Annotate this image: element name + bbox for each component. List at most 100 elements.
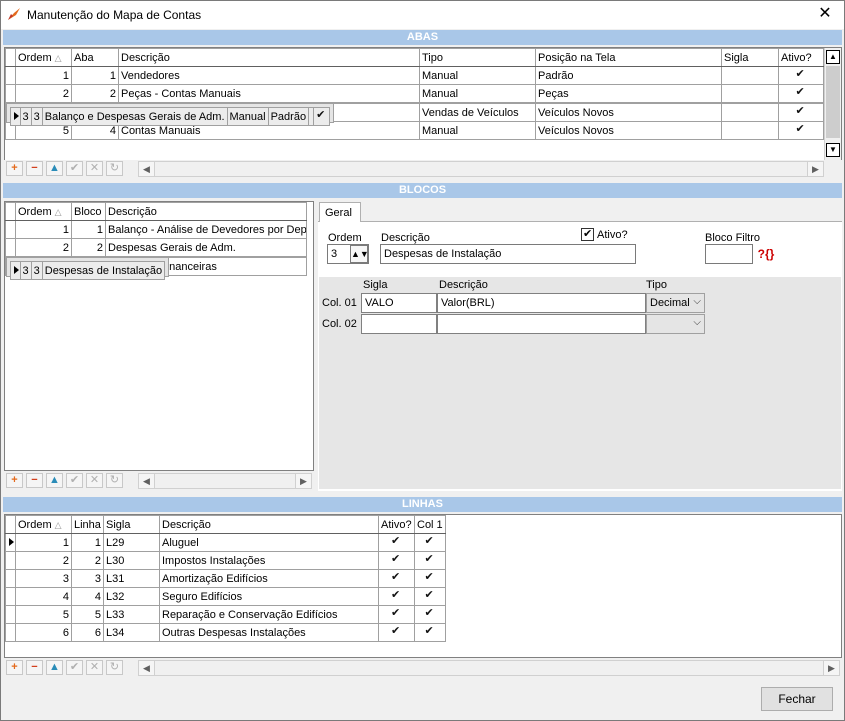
scroll-left-icon[interactable]: ◀ — [139, 661, 155, 675]
col-bloco[interactable]: Bloco — [71, 202, 106, 221]
cell-ativo[interactable] — [378, 551, 415, 570]
filter-lookup-icon[interactable]: ?{} — [756, 245, 776, 263]
col-col1[interactable]: Col 1 — [414, 515, 446, 534]
ativo-checkbox[interactable] — [581, 227, 594, 241]
ordem-spinner-icon[interactable]: ▲▼ — [350, 245, 369, 263]
cell-ativo[interactable] — [778, 66, 824, 85]
scroll-thumb[interactable] — [826, 66, 840, 138]
cell-col1[interactable] — [414, 551, 446, 570]
col-01-descricao-input[interactable]: Valor(BRL) — [437, 293, 646, 313]
table-row[interactable]: 3 3 L31 Amortização Edifícios — [5, 569, 446, 588]
scroll-right-icon[interactable]: ▶ — [807, 162, 823, 176]
col-02-tipo-select[interactable]: ⌵ — [646, 314, 705, 334]
row-indicator[interactable] — [9, 261, 21, 280]
row-indicator[interactable] — [5, 66, 16, 85]
blocos-add-button[interactable]: + — [6, 473, 23, 488]
scroll-down-icon[interactable]: ▼ — [826, 143, 840, 157]
blocos-refresh-button[interactable]: ↻ — [106, 473, 123, 488]
linhas-refresh-button[interactable]: ↻ — [106, 660, 123, 675]
row-indicator[interactable] — [5, 84, 16, 103]
row-indicator[interactable] — [5, 605, 16, 624]
descricao-input[interactable]: Despesas de Instalação — [380, 244, 636, 264]
bloco-filtro-input[interactable] — [705, 244, 753, 264]
close-window-button[interactable]: ✕ — [814, 4, 836, 24]
scroll-up-icon[interactable]: ▲ — [826, 50, 840, 64]
row-indicator[interactable] — [5, 569, 16, 588]
col-aba[interactable]: Aba — [71, 48, 119, 67]
row-indicator[interactable] — [5, 533, 16, 552]
fechar-button[interactable]: Fechar — [761, 687, 833, 711]
col-posicao[interactable]: Posição na Tela — [535, 48, 722, 67]
col-ordem[interactable]: Ordem △ — [15, 48, 72, 67]
col-ordem[interactable]: Ordem △ — [15, 515, 72, 534]
blocos-delete-button[interactable]: − — [26, 473, 43, 488]
linhas-grid[interactable]: Ordem △ Linha Sigla Descrição Ativo? Col … — [4, 514, 842, 658]
linhas-delete-button[interactable]: − — [26, 660, 43, 675]
cell-ativo[interactable] — [313, 107, 331, 126]
blocos-post-button[interactable]: ✔ — [66, 473, 83, 488]
linhas-edit-button[interactable]: ▲ — [46, 660, 63, 675]
cell-ativo[interactable] — [378, 623, 415, 642]
blocos-grid[interactable]: Ordem △ Bloco Descrição 1 1 Balanço - Análi… — [4, 201, 314, 471]
table-row[interactable]: 3 3 Despesas de Instalação — [5, 257, 170, 280]
table-row[interactable]: 2 2 L30 Impostos Instalações — [5, 551, 446, 570]
col-descricao[interactable]: Descrição — [118, 48, 420, 67]
table-row[interactable]: 1 1 L29 Aluguel — [5, 533, 446, 552]
table-row[interactable]: 2 2 Despesas Gerais de Adm. — [5, 238, 307, 257]
table-row[interactable]: 5 5 L33 Reparação e Conservação Edifícios — [5, 605, 446, 624]
table-row[interactable]: 3 3 Balanço e Despesas Gerais de Adm. Manua… — [5, 103, 335, 126]
tab-geral[interactable]: Geral — [319, 202, 361, 222]
abas-grid[interactable]: Ordem △ Aba Descrição Tipo Posição na Tel… — [4, 47, 842, 161]
col-02-descricao-input[interactable] — [437, 314, 646, 334]
abas-refresh-button[interactable]: ↻ — [106, 161, 123, 176]
table-row[interactable]: 1 1 Balanço - Análise de Devedores por Dep… — [5, 220, 307, 239]
cell-ativo[interactable] — [378, 569, 415, 588]
col-linha[interactable]: Linha — [71, 515, 104, 534]
row-indicator[interactable] — [5, 587, 16, 606]
table-row[interactable]: 2 2 Peças - Contas Manuais Manual Peças — [5, 84, 824, 103]
abas-delete-button[interactable]: − — [26, 161, 43, 176]
col-ordem[interactable]: Ordem △ — [15, 202, 72, 221]
cell-col1[interactable] — [414, 587, 446, 606]
abas-edit-button[interactable]: ▲ — [46, 161, 63, 176]
abas-vertical-scrollbar[interactable]: ▲ ▼ — [824, 48, 841, 160]
abas-cancel-button[interactable]: ✕ — [86, 161, 103, 176]
scroll-left-icon[interactable]: ◀ — [139, 162, 155, 176]
cell-ativo[interactable] — [778, 121, 824, 140]
row-indicator[interactable] — [5, 623, 16, 642]
linhas-cancel-button[interactable]: ✕ — [86, 660, 103, 675]
row-indicator[interactable] — [5, 238, 16, 257]
row-indicator[interactable] — [5, 551, 16, 570]
table-row[interactable]: 4 4 L32 Seguro Edifícios — [5, 587, 446, 606]
col-ativo[interactable]: Ativo? — [778, 48, 824, 67]
blocos-horizontal-scrollbar[interactable]: ◀ ▶ — [138, 473, 312, 489]
col-sigla[interactable]: Sigla — [103, 515, 160, 534]
col-01-tipo-select[interactable]: Decimal ⌵ — [646, 293, 705, 313]
cell-ativo[interactable] — [778, 103, 824, 122]
blocos-edit-button[interactable]: ▲ — [46, 473, 63, 488]
abas-horizontal-scrollbar[interactable]: ◀ ▶ — [138, 161, 824, 177]
table-row[interactable]: 1 1 Vendedores Manual Padrão — [5, 66, 824, 85]
blocos-cancel-button[interactable]: ✕ — [86, 473, 103, 488]
col-sigla[interactable]: Sigla — [721, 48, 779, 67]
abas-post-button[interactable]: ✔ — [66, 161, 83, 176]
cell-col1[interactable] — [414, 623, 446, 642]
cell-col1[interactable] — [414, 569, 446, 588]
cell-col1[interactable] — [414, 533, 446, 552]
row-indicator[interactable] — [5, 220, 16, 239]
linhas-horizontal-scrollbar[interactable]: ◀ ▶ — [138, 660, 840, 676]
cell-ativo[interactable] — [378, 587, 415, 606]
linhas-add-button[interactable]: + — [6, 660, 23, 675]
scroll-left-icon[interactable]: ◀ — [139, 474, 155, 488]
scroll-right-icon[interactable]: ▶ — [823, 661, 839, 675]
col-tipo[interactable]: Tipo — [419, 48, 536, 67]
cell-ativo[interactable] — [378, 533, 415, 552]
table-row[interactable]: 6 6 L34 Outras Despesas Instalações — [5, 623, 446, 642]
linhas-post-button[interactable]: ✔ — [66, 660, 83, 675]
scroll-right-icon[interactable]: ▶ — [295, 474, 311, 488]
col-01-sigla-input[interactable]: VALO — [361, 293, 437, 313]
cell-ativo[interactable] — [378, 605, 415, 624]
col-descricao[interactable]: Descrição — [159, 515, 379, 534]
row-indicator[interactable] — [9, 107, 21, 126]
col-ativo[interactable]: Ativo? — [378, 515, 415, 534]
